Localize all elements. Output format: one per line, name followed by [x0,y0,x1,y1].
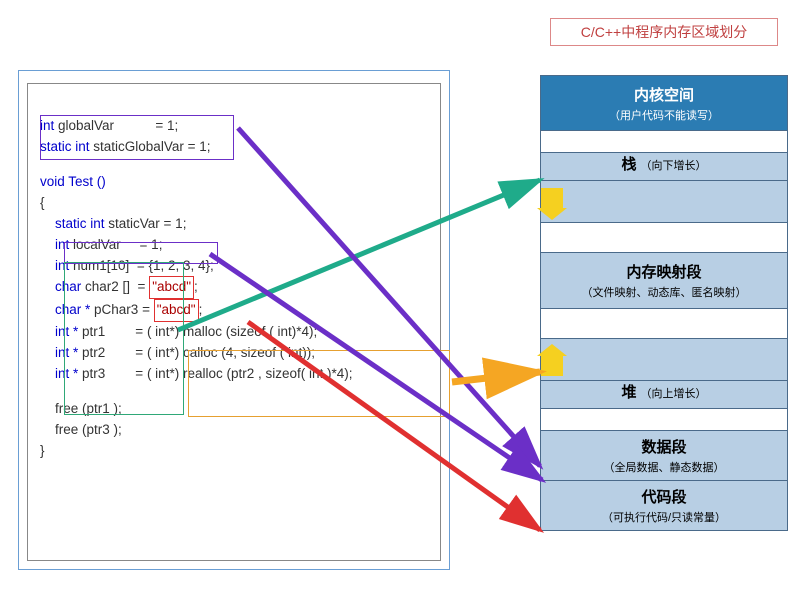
line-free3: free (ptr3 ); [40,420,428,441]
mem-stack-label: 栈 （向下增长） [540,153,788,181]
line-num1: int num1[10] = {1, 2, 3, 4}; [40,256,428,277]
line-func: void Test () [40,172,428,193]
line-ptr2: int * ptr2 = ( int*) calloc (4, sizeof (… [40,343,428,364]
char2-literal-box: "abcd" [149,276,194,299]
line-brace-close: } [40,441,428,462]
line-staticvar: static int staticVar = 1; [40,214,428,235]
mem-gap-4 [540,409,788,431]
mem-code: 代码段 （可执行代码/只读常量） [540,481,788,531]
line-globalvar: int globalVar = 1; [40,116,428,137]
mem-heap-label: 堆 （向上增长） [540,381,788,409]
arrow-up-icon [541,354,563,376]
line-localvar: int localVar = 1; [40,235,428,256]
line-free1: free (ptr1 ); [40,399,428,420]
line-brace-open: { [40,193,428,214]
line-ptr1: int * ptr1 = ( int*) malloc (sizeof ( in… [40,322,428,343]
mem-data: 数据段 （全局数据、静态数据） [540,431,788,481]
line-staticglobalvar: static int staticGlobalVar = 1; [40,137,428,158]
line-ptr3: int * ptr3 = ( int*) realloc (ptr2 , siz… [40,364,428,385]
mem-heap-arrow [540,339,788,381]
code-inner: int globalVar = 1; static int staticGlob… [27,83,441,561]
pchar3-literal-box: "abcd" [154,299,199,322]
code-panel: int globalVar = 1; static int staticGlob… [18,70,450,570]
mem-kernel: 内核空间 （用户代码不能读写） [540,75,788,131]
mem-stack-arrow [540,181,788,223]
memory-panel: 内核空间 （用户代码不能读写） 栈 （向下增长） 内存映射段 （文件映射、动态库… [540,75,788,531]
diagram-title: C/C++中程序内存区域划分 [550,18,778,46]
mem-gap-1 [540,131,788,153]
line-char2: char char2 [] = "abcd"; [40,276,428,299]
mem-gap-3 [540,309,788,339]
mem-gap-2 [540,223,788,253]
mem-mmap: 内存映射段 （文件映射、动态库、匿名映射） [540,253,788,309]
arrow-down-icon [541,188,563,210]
arrow-malloc-to-heap [452,372,540,382]
line-pchar3: char * pChar3 = "abcd"; [40,299,428,322]
